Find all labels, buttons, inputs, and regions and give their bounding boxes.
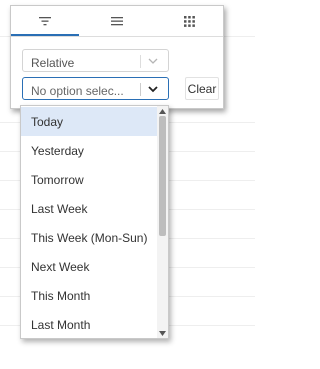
- period-type-value: Relative: [31, 56, 75, 70]
- dropdown-item-this-week[interactable]: This Week (Mon-Sun): [21, 223, 157, 252]
- relative-option-select[interactable]: No option selec...: [22, 77, 169, 100]
- scroll-up-button[interactable]: [157, 107, 168, 115]
- clear-button[interactable]: Clear: [185, 77, 219, 100]
- tab-filter[interactable]: [11, 6, 79, 36]
- relative-options-dropdown: Today Yesterday Tomorrow Last Week This …: [20, 105, 169, 339]
- dropdown-item-tomorrow[interactable]: Tomorrow: [21, 165, 157, 194]
- grid-icon: [183, 15, 195, 27]
- dropdown-item-next-week[interactable]: Next Week: [21, 252, 157, 281]
- dropdown-item-last-month[interactable]: Last Month: [21, 310, 157, 338]
- period-type-select[interactable]: Relative: [22, 49, 169, 72]
- select-separator: [140, 83, 141, 96]
- list-icon: [111, 17, 123, 26]
- relative-option-value: No option selec...: [31, 84, 124, 98]
- chevron-down-icon[interactable]: [147, 55, 159, 67]
- scroll-thumb[interactable]: [159, 116, 166, 236]
- dropdown-item-yesterday[interactable]: Yesterday: [21, 136, 157, 165]
- tab-grid[interactable]: [155, 6, 223, 36]
- select-separator: [140, 55, 141, 68]
- tab-list[interactable]: [83, 6, 151, 36]
- caret-down-icon: [159, 330, 166, 336]
- dropdown-item-today[interactable]: Today: [21, 107, 157, 136]
- dropdown-item-last-week[interactable]: Last Week: [21, 194, 157, 223]
- tab-divider: [11, 36, 223, 37]
- filter-icon: [39, 17, 51, 26]
- dropdown-scrollbar[interactable]: [157, 106, 168, 338]
- scroll-down-button[interactable]: [157, 329, 168, 337]
- view-tabs: [11, 6, 223, 36]
- caret-up-icon: [159, 108, 166, 114]
- dropdown-item-this-month[interactable]: This Month: [21, 281, 157, 310]
- chevron-down-icon[interactable]: [147, 83, 159, 95]
- filter-popup: Relative No option selec... Clear: [10, 5, 224, 109]
